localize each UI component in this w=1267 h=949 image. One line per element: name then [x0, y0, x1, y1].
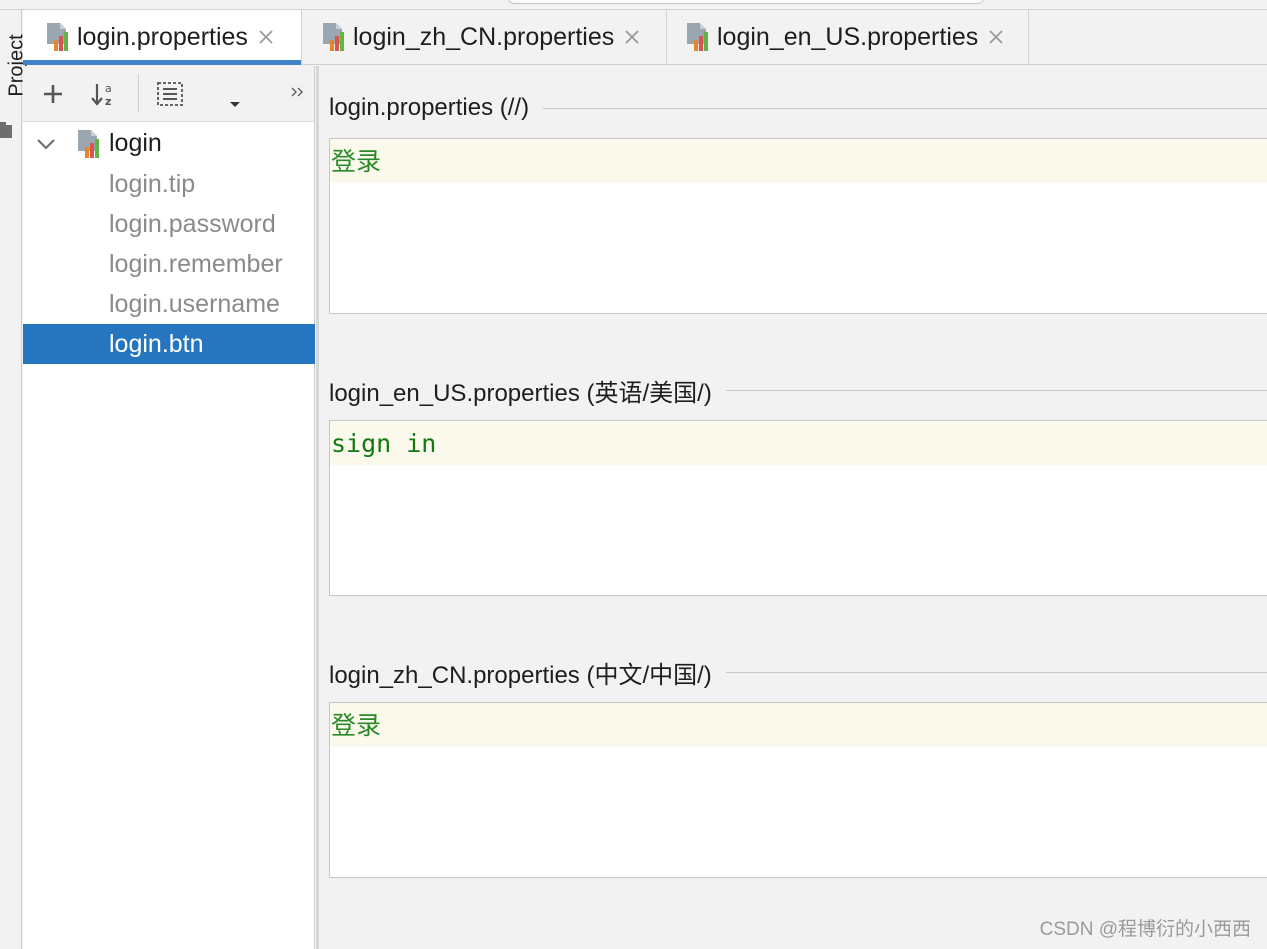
tab-label: login_zh_CN.properties [353, 22, 615, 51]
section-divider [725, 389, 1267, 391]
tree-item-login-username[interactable]: login.username [23, 284, 315, 324]
group-icon [157, 82, 183, 106]
close-icon[interactable] [256, 27, 276, 47]
plus-icon [44, 85, 62, 103]
tree-item-login-btn[interactable]: login.btn [23, 324, 315, 364]
tree-node-login[interactable]: login [23, 124, 315, 164]
toolbar-separator [138, 74, 139, 112]
value-editor-default[interactable]: 登录 [329, 138, 1267, 314]
locale-section-default: login.properties (//) 登录 [329, 92, 1267, 314]
locale-section-en-us: login_en_US.properties (英语/美国/) sign in [329, 372, 1267, 596]
ide-window: Project login.properties login_zh_CN.pro… [0, 0, 1267, 949]
svg-text:a: a [105, 82, 112, 95]
folder-icon [0, 122, 12, 138]
close-icon[interactable] [986, 27, 1006, 47]
tool-window-strip: Project [0, 10, 28, 949]
resource-bundle-editor: login.properties (//) 登录 login_en_US.pro… [316, 66, 1267, 949]
property-value[interactable]: sign in [330, 421, 1267, 465]
caret-down-icon [230, 102, 240, 107]
property-value[interactable]: 登录 [330, 139, 1267, 183]
section-divider [725, 671, 1267, 673]
sort-alphabetically-button[interactable]: a z [87, 76, 121, 112]
top-strip [0, 0, 1267, 10]
sort-alpha-icon: a z [91, 82, 112, 108]
chevron-down-icon[interactable] [35, 134, 57, 154]
tree-item-login-tip[interactable]: login.tip [23, 164, 315, 204]
add-property-button[interactable] [36, 76, 70, 112]
properties-file-icon [323, 23, 344, 51]
section-divider [543, 107, 1267, 109]
locale-section-title: login_zh_CN.properties (中文/中国/) [329, 654, 726, 690]
properties-file-icon [687, 23, 708, 51]
editor-tab-bar: login.properties login_zh_CN.properties [23, 10, 1267, 65]
tab-label: login.properties [77, 22, 248, 51]
properties-file-icon [47, 23, 68, 51]
tree-item-login-remember[interactable]: login.remember [23, 244, 315, 284]
search-field-edge[interactable] [508, 0, 984, 4]
svg-text:z: z [105, 95, 111, 108]
tab-login-properties[interactable]: login.properties [23, 10, 302, 65]
resource-bundle-structure-panel: a z login login.tip login.password login… [23, 66, 315, 949]
locale-section-zh-cn: login_zh_CN.properties (中文/中国/) 登录 [329, 654, 1267, 878]
double-chevron-right-icon [291, 87, 304, 97]
value-editor-en-us[interactable]: sign in [329, 420, 1267, 596]
locale-section-title: login_en_US.properties (英语/美国/) [329, 372, 726, 408]
group-by-dropdown[interactable] [218, 86, 252, 122]
tab-login-zh-cn-properties[interactable]: login_zh_CN.properties [303, 10, 667, 64]
group-by-button[interactable] [153, 76, 187, 112]
tab-login-en-us-properties[interactable]: login_en_US.properties [667, 10, 1029, 64]
tab-label: login_en_US.properties [717, 22, 979, 51]
structure-toolbar: a z [23, 66, 314, 122]
watermark: CSDN @程博衍的小西西 [1039, 919, 1251, 940]
properties-file-icon [78, 130, 99, 158]
close-icon[interactable] [622, 27, 642, 47]
tree-item-login-password[interactable]: login.password [23, 204, 315, 244]
value-editor-zh-cn[interactable]: 登录 [329, 702, 1267, 878]
more-actions-button[interactable] [280, 74, 314, 110]
locale-section-title: login.properties (//) [329, 94, 544, 122]
tree-root-label: login [109, 129, 162, 157]
property-value[interactable]: 登录 [330, 703, 1267, 747]
